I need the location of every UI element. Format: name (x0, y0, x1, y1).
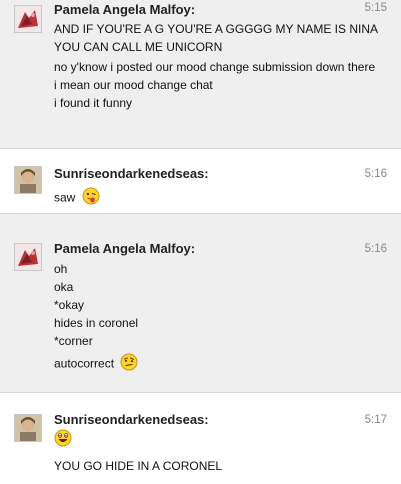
message-text: autocorrect (54, 356, 115, 371)
laughing-emoji-icon (54, 429, 72, 450)
message-time: 5:16 (364, 168, 387, 180)
message-line: oh (54, 262, 68, 276)
avatar[interactable] (14, 5, 42, 33)
message-body: saw (54, 187, 389, 210)
message-text: saw (54, 190, 76, 205)
thinking-emoji-icon (120, 353, 138, 376)
message-author: Sunriseondarkenedseas: (54, 166, 209, 181)
message-author: Sunriseondarkenedseas: (54, 412, 209, 427)
avatar[interactable] (14, 414, 42, 442)
message-line: autocorrect (54, 353, 389, 376)
chat-message: Sunriseondarkenedseas: 5:17 YOU GO HIDE … (0, 393, 401, 484)
chat-log: Pamela Angela Malfoy: 5:15 AND IF YOU'RE… (0, 0, 401, 484)
message-body: oh oka *okay hides in coronel *corner au… (54, 260, 389, 376)
message-line: oka (54, 280, 74, 294)
message-body: YOU GO HIDE IN A CORONEL (54, 457, 389, 475)
message-line: *okay (54, 298, 85, 312)
message-line: *corner (54, 334, 93, 348)
message-author: Pamela Angela Malfoy: (54, 241, 196, 256)
message-line: YOU GO HIDE IN A CORONEL (54, 459, 223, 473)
chat-message: Sunriseondarkenedseas: 5:16 saw (0, 149, 401, 213)
message-line: AND IF YOU'RE A G YOU'RE A GGGGG MY NAME… (54, 22, 378, 54)
avatar[interactable] (14, 166, 42, 194)
chat-message: Pamela Angela Malfoy: 5:16 oh oka *okay … (0, 214, 401, 392)
message-line: i mean our mood change chat (54, 78, 213, 92)
message-line: saw (54, 187, 389, 210)
message-body: AND IF YOU'RE A G YOU'RE A GGGGG MY NAME… (54, 20, 389, 112)
message-time: 5:17 (364, 414, 387, 426)
message-time: 5:15 (364, 2, 387, 14)
message-line: i found it funny (54, 96, 133, 110)
chat-message: Pamela Angela Malfoy: 5:15 AND IF YOU'RE… (0, 0, 401, 148)
tongue-out-emoji-icon (82, 187, 100, 210)
message-author: Pamela Angela Malfoy: (54, 2, 196, 17)
message-line: hides in coronel (54, 316, 139, 330)
message-line: no y'know i posted our mood change submi… (54, 60, 376, 74)
message-time: 5:16 (364, 243, 387, 255)
avatar[interactable] (14, 243, 42, 271)
